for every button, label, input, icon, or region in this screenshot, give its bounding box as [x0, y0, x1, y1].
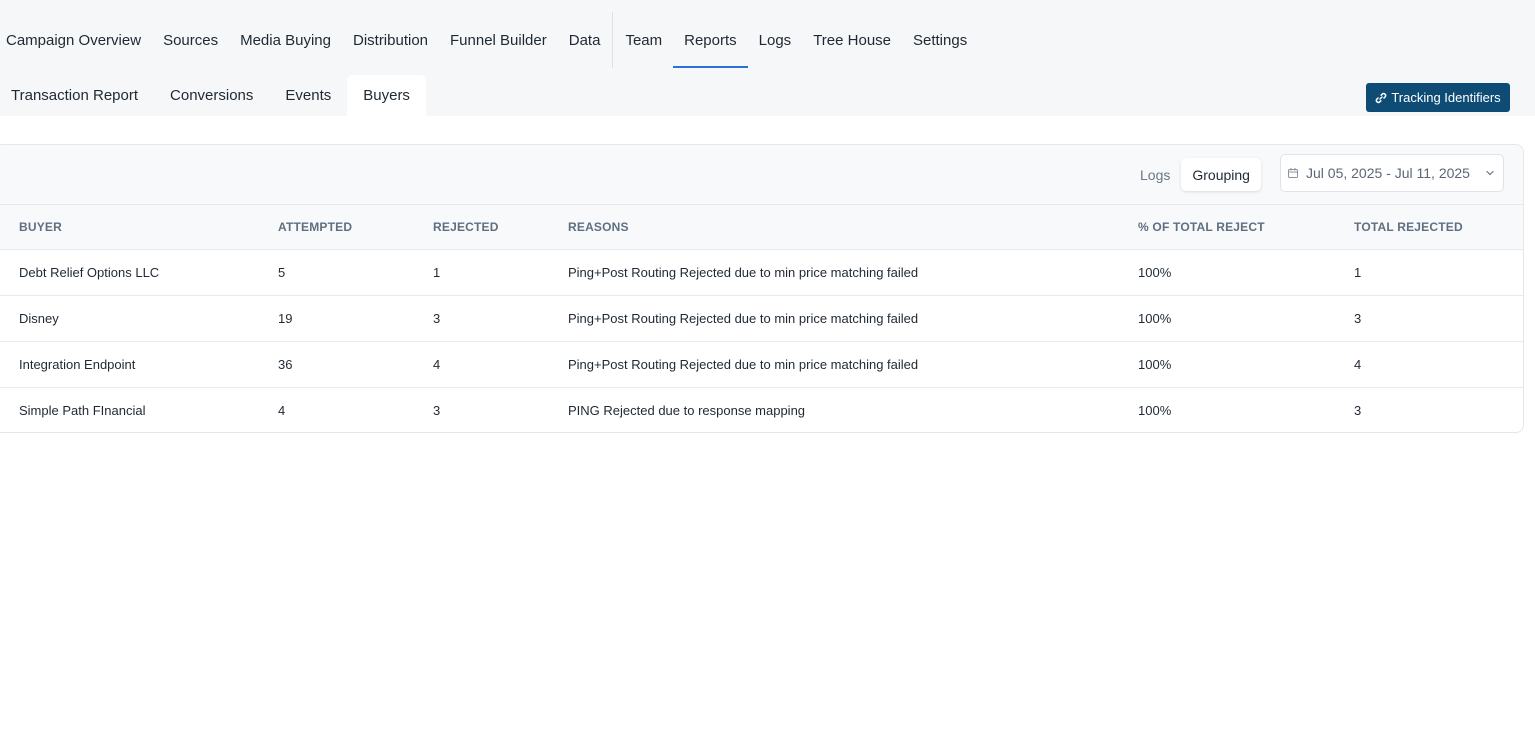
table-row[interactable]: Simple Path FInancial 4 3 PING Rejected …	[0, 387, 1523, 432]
table-header-row: BUYER ATTEMPTED REJECTED REASONS % OF TO…	[0, 205, 1523, 250]
buyers-report-card: Logs Grouping Jul 05, 2025 - Jul 11, 202…	[0, 144, 1524, 433]
nav-campaign-overview[interactable]: Campaign Overview	[0, 12, 152, 68]
nav-funnel-builder[interactable]: Funnel Builder	[439, 12, 558, 68]
nav-distribution[interactable]: Distribution	[342, 12, 439, 68]
tracking-identifiers-label: Tracking Identifiers	[1391, 90, 1501, 105]
view-toggle: Logs Grouping	[1129, 158, 1261, 191]
cell-buyer: Debt Relief Options LLC	[0, 249, 278, 296]
column-header-reasons[interactable]: REASONS	[568, 205, 1138, 250]
cell-reasons: Ping+Post Routing Rejected due to min pr…	[568, 295, 1138, 342]
cell-rejected: 1	[433, 249, 568, 296]
table-row[interactable]: Integration Endpoint 36 4 Ping+Post Rout…	[0, 341, 1523, 388]
nav-sources[interactable]: Sources	[152, 12, 229, 68]
cell-total-rejected: 3	[1354, 295, 1523, 342]
chevron-down-icon	[1485, 168, 1495, 178]
nav-tree-house[interactable]: Tree House	[802, 12, 902, 68]
cell-total-rejected: 4	[1354, 341, 1523, 388]
cell-buyer: Integration Endpoint	[0, 341, 278, 388]
cell-attempted: 5	[278, 249, 433, 296]
cell-reasons: Ping+Post Routing Rejected due to min pr…	[568, 249, 1138, 296]
cell-pct-total-reject: 100%	[1138, 402, 1172, 418]
cell-rejected: 3	[433, 295, 568, 342]
cell-rejected: 3	[433, 402, 441, 418]
cell-attempted: 36	[278, 341, 433, 388]
tracking-identifiers-button[interactable]: Tracking Identifiers	[1366, 83, 1510, 112]
date-range-value: Jul 05, 2025 - Jul 11, 2025	[1306, 165, 1470, 181]
buyers-table: BUYER ATTEMPTED REJECTED REASONS % OF TO…	[0, 205, 1523, 432]
cell-rejected: 4	[433, 341, 568, 388]
nav-team[interactable]: Team	[614, 12, 673, 68]
table-row[interactable]: Disney 19 3 Ping+Post Routing Rejected d…	[0, 295, 1523, 342]
nav-data[interactable]: Data	[558, 12, 612, 68]
cell-buyer: Simple Path FInancial	[19, 402, 146, 418]
cell-total-rejected: 1	[1354, 249, 1523, 296]
column-header-pct-total-reject[interactable]: % OF TOTAL REJECT	[1138, 205, 1354, 250]
cell-reasons: PING Rejected due to response mapping	[568, 402, 806, 418]
tab-conversions[interactable]: Conversions	[154, 75, 269, 116]
cell-pct-total-reject: 100%	[1138, 341, 1354, 388]
calendar-icon	[1287, 167, 1299, 179]
nav-media-buying[interactable]: Media Buying	[229, 12, 342, 68]
nav-reports[interactable]: Reports	[673, 12, 748, 68]
column-header-rejected[interactable]: REJECTED	[433, 205, 568, 250]
report-tabs: Transaction Report Conversions Events Bu…	[0, 75, 426, 116]
cell-buyer: Disney	[0, 295, 278, 342]
grouping-toggle[interactable]: Grouping	[1181, 158, 1261, 191]
main-nav: Campaign Overview Sources Media Buying D…	[0, 12, 978, 68]
nav-settings[interactable]: Settings	[902, 12, 978, 68]
date-range-picker[interactable]: Jul 05, 2025 - Jul 11, 2025	[1280, 154, 1504, 192]
tab-events[interactable]: Events	[269, 75, 347, 116]
nav-divider	[612, 12, 614, 68]
cell-pct-total-reject: 100%	[1138, 295, 1354, 342]
logs-toggle[interactable]: Logs	[1129, 158, 1181, 191]
cell-reasons: Ping+Post Routing Rejected due to min pr…	[568, 341, 1138, 388]
tab-transaction-report[interactable]: Transaction Report	[0, 75, 154, 116]
report-toolbar: Logs Grouping Jul 05, 2025 - Jul 11, 202…	[0, 145, 1523, 205]
link-icon	[1375, 92, 1387, 104]
cell-attempted: 4	[278, 402, 286, 418]
table-row[interactable]: Debt Relief Options LLC 5 1 Ping+Post Ro…	[0, 249, 1523, 296]
cell-attempted: 19	[278, 295, 433, 342]
cell-total-rejected: 3	[1354, 402, 1362, 418]
header-area: Campaign Overview Sources Media Buying D…	[0, 0, 1535, 116]
tab-buyers[interactable]: Buyers	[347, 75, 426, 116]
column-header-buyer[interactable]: BUYER	[0, 205, 278, 250]
column-header-attempted[interactable]: ATTEMPTED	[278, 205, 433, 250]
nav-logs[interactable]: Logs	[748, 12, 803, 68]
cell-pct-total-reject: 100%	[1138, 249, 1354, 296]
column-header-total-rejected[interactable]: TOTAL REJECTED	[1354, 205, 1523, 250]
